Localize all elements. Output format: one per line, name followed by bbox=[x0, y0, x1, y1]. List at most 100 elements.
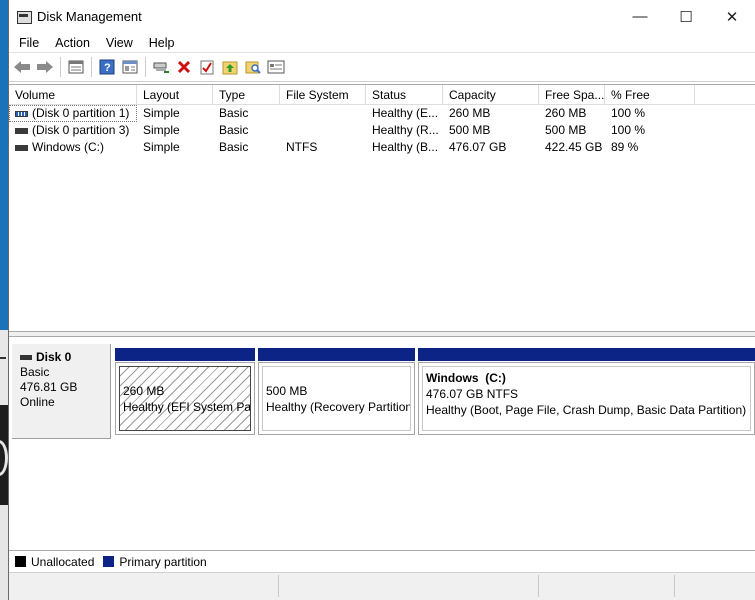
disk-size: 476.81 GB bbox=[20, 380, 78, 394]
primary-partition-swatch bbox=[103, 556, 115, 567]
minimize-button[interactable]: — bbox=[617, 0, 663, 33]
capacity-cell: 260 MB bbox=[449, 106, 491, 120]
disk-management-app-icon bbox=[16, 10, 32, 24]
menu-help[interactable]: Help bbox=[141, 36, 183, 50]
maximize-button[interactable]: ☐ bbox=[663, 0, 709, 33]
type-cell: Basic bbox=[219, 123, 249, 137]
legend-primary-partition: Primary partition bbox=[119, 554, 207, 569]
delete-icon[interactable] bbox=[174, 57, 194, 77]
back-arrow-icon[interactable] bbox=[12, 57, 32, 77]
disk-management-window: Disk Management — ☐ ✕ File Action View H… bbox=[8, 0, 755, 600]
table-row[interactable]: (Disk 0 partition 1) Simple Basic Health… bbox=[9, 105, 755, 122]
partition-status: Healthy (EFI System Part bbox=[123, 400, 250, 414]
forward-arrow-icon[interactable] bbox=[35, 57, 55, 77]
window-title: Disk Management bbox=[37, 9, 142, 24]
partition-name: Windows (C:) bbox=[426, 371, 506, 385]
menu-file[interactable]: File bbox=[11, 36, 47, 50]
volume-cell[interactable]: Windows (C:) bbox=[9, 139, 137, 156]
free-space-cell: 422.45 GB bbox=[545, 140, 603, 154]
background-window-edge bbox=[0, 357, 6, 359]
disk-graphical-view: Disk 0 Basic 476.81 GB Online 260 MB Hea… bbox=[9, 337, 755, 550]
unallocated-swatch bbox=[15, 556, 26, 567]
table-row[interactable]: (Disk 0 partition 3) Simple Basic Health… bbox=[9, 122, 755, 139]
toolbar: ? bbox=[9, 53, 755, 82]
column-empty bbox=[695, 85, 755, 104]
capacity-cell: 500 MB bbox=[449, 123, 491, 137]
volume-icon bbox=[15, 127, 28, 134]
disk-list-icon[interactable] bbox=[66, 57, 86, 77]
search-folder-icon[interactable] bbox=[243, 57, 263, 77]
column-free-space[interactable]: Free Spa... bbox=[539, 85, 605, 104]
status-cell: Healthy (B... bbox=[372, 140, 439, 154]
striped-volume-icon bbox=[15, 110, 28, 117]
status-cell: Healthy (R... bbox=[372, 123, 439, 137]
percent-free-cell: 100 % bbox=[611, 123, 646, 137]
menu-bar: File Action View Help bbox=[9, 33, 755, 53]
volume-cell[interactable]: (Disk 0 partition 3) bbox=[9, 122, 137, 139]
disk-icon bbox=[20, 355, 32, 360]
status-pane bbox=[279, 575, 539, 597]
file-system-cell bbox=[280, 122, 366, 139]
volume-cell[interactable]: (Disk 0 partition 1) bbox=[9, 105, 137, 122]
partition-size: 500 MB bbox=[266, 384, 308, 398]
disk-state: Online bbox=[20, 395, 55, 409]
partition-efi[interactable]: 260 MB Healthy (EFI System Part bbox=[115, 348, 255, 435]
table-row[interactable]: Windows (C:) Simple Basic NTFS Healthy (… bbox=[9, 139, 755, 156]
partition-status: Healthy (Boot, Page File, Crash Dump, Ba… bbox=[426, 403, 747, 417]
file-system-cell: NTFS bbox=[286, 140, 318, 154]
column-volume[interactable]: Volume bbox=[9, 85, 137, 104]
properties-icon[interactable] bbox=[120, 57, 140, 77]
close-button[interactable]: ✕ bbox=[709, 0, 755, 33]
title-bar[interactable]: Disk Management — ☐ ✕ bbox=[9, 0, 755, 33]
free-space-cell: 500 MB bbox=[545, 123, 587, 137]
column-capacity[interactable]: Capacity bbox=[443, 85, 539, 104]
volume-list-header: Volume Layout Type File System Status Ca… bbox=[9, 85, 755, 105]
status-pane bbox=[9, 575, 279, 597]
background-logo bbox=[0, 440, 8, 476]
primary-partition-bar bbox=[418, 348, 755, 361]
status-cell: Healthy (E... bbox=[372, 106, 439, 120]
partition-size: 260 MB bbox=[123, 384, 165, 398]
desktop-background bbox=[0, 0, 8, 600]
type-cell: Basic bbox=[219, 106, 249, 120]
layout-cell: Simple bbox=[143, 123, 180, 137]
svg-text:?: ? bbox=[104, 62, 111, 74]
primary-partition-bar bbox=[115, 348, 255, 361]
file-system-cell bbox=[280, 105, 366, 122]
partition-status: Healthy (Recovery Partition bbox=[266, 400, 410, 414]
column-layout[interactable]: Layout bbox=[137, 85, 213, 104]
help-icon[interactable]: ? bbox=[97, 57, 117, 77]
status-pane bbox=[539, 575, 675, 597]
status-bar bbox=[9, 572, 755, 600]
legend: Unallocated Primary partition bbox=[9, 550, 755, 572]
percent-free-cell: 89 % bbox=[611, 140, 639, 154]
partition-size: 476.07 GB NTFS bbox=[426, 387, 519, 401]
partition-windows[interactable]: Windows (C:) 476.07 GB NTFS Healthy (Boo… bbox=[418, 348, 755, 435]
disk-0-label[interactable]: Disk 0 Basic 476.81 GB Online bbox=[12, 344, 111, 439]
primary-partition-bar bbox=[258, 348, 415, 361]
disk-name: Disk 0 bbox=[36, 350, 72, 364]
percent-free-cell: 100 % bbox=[611, 106, 646, 120]
toolbar-separator bbox=[91, 57, 92, 77]
column-file-system[interactable]: File System bbox=[280, 85, 366, 104]
partition-recovery[interactable]: 500 MB Healthy (Recovery Partition bbox=[258, 348, 415, 435]
menu-action[interactable]: Action bbox=[47, 36, 98, 50]
volume-icon bbox=[15, 144, 28, 151]
free-space-cell: 260 MB bbox=[545, 106, 587, 120]
layout-cell: Simple bbox=[143, 140, 180, 154]
column-percent-free[interactable]: % Free bbox=[605, 85, 695, 104]
connect-icon[interactable] bbox=[151, 57, 171, 77]
console-icon[interactable] bbox=[266, 57, 286, 77]
toolbar-separator bbox=[60, 57, 61, 77]
legend-unallocated: Unallocated bbox=[31, 554, 95, 569]
check-icon[interactable] bbox=[197, 57, 217, 77]
type-cell: Basic bbox=[219, 140, 249, 154]
layout-cell: Simple bbox=[143, 106, 180, 120]
disk-type: Basic bbox=[20, 365, 50, 379]
menu-view[interactable]: View bbox=[98, 36, 141, 50]
folder-up-icon[interactable] bbox=[220, 57, 240, 77]
volume-list[interactable]: Volume Layout Type File System Status Ca… bbox=[9, 84, 755, 331]
column-type[interactable]: Type bbox=[213, 85, 280, 104]
toolbar-separator bbox=[145, 57, 146, 77]
column-status[interactable]: Status bbox=[366, 85, 443, 104]
